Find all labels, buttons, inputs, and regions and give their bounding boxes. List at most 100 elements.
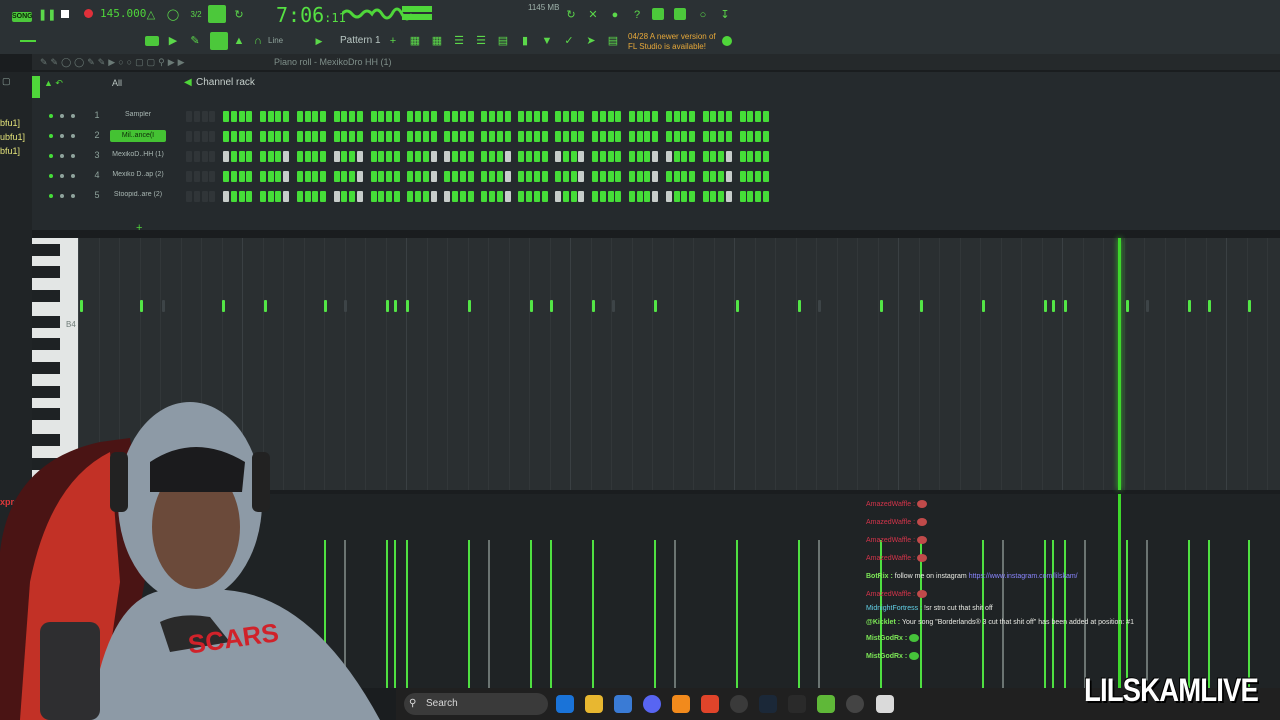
step-button[interactable] — [578, 151, 585, 162]
chat-username[interactable]: MidnightFortress : — [866, 605, 924, 612]
step-button[interactable] — [673, 151, 680, 162]
note[interactable] — [1208, 300, 1211, 312]
step-button[interactable] — [665, 171, 672, 182]
step-button[interactable] — [320, 191, 327, 202]
step-button[interactable] — [636, 171, 643, 182]
step-button[interactable] — [378, 131, 385, 142]
channel-mute-led[interactable] — [60, 154, 64, 158]
step-button[interactable] — [518, 111, 525, 122]
chat-username[interactable]: MistGodRx : — [866, 635, 909, 642]
step-button[interactable] — [238, 171, 245, 182]
paint-tool-icon[interactable]: ▲ — [232, 33, 246, 49]
step-button[interactable] — [747, 151, 754, 162]
step-button[interactable] — [201, 151, 208, 162]
mixer-window-icon[interactable]: ☰ — [474, 33, 488, 49]
step-button[interactable] — [349, 191, 356, 202]
step-button[interactable] — [222, 111, 229, 122]
step-button[interactable] — [393, 151, 400, 162]
channel-mute-led[interactable] — [60, 114, 64, 118]
step-button[interactable] — [747, 131, 754, 142]
step-button[interactable] — [615, 131, 622, 142]
step-button[interactable] — [415, 171, 422, 182]
step-button[interactable] — [267, 131, 274, 142]
step-button[interactable] — [452, 131, 459, 142]
step-button[interactable] — [747, 111, 754, 122]
step-button[interactable] — [349, 171, 356, 182]
step-button[interactable] — [222, 151, 229, 162]
touch-icon[interactable]: ✓ — [562, 33, 576, 49]
step-button[interactable] — [628, 131, 635, 142]
step-button[interactable] — [555, 131, 561, 142]
step-button[interactable] — [562, 111, 569, 122]
note[interactable] — [592, 300, 595, 312]
step-button[interactable] — [525, 191, 532, 202]
step-button[interactable] — [762, 191, 769, 202]
capcut-icon[interactable] — [876, 695, 894, 713]
step-button[interactable] — [193, 131, 200, 142]
step-button[interactable] — [186, 191, 192, 202]
step-button[interactable] — [349, 111, 356, 122]
step-button[interactable] — [681, 131, 688, 142]
chat-icon[interactable]: ○ — [696, 7, 710, 23]
step-button[interactable] — [489, 131, 495, 142]
step-button[interactable] — [186, 111, 192, 122]
note[interactable] — [880, 300, 883, 312]
step-button[interactable] — [591, 171, 598, 182]
step-button[interactable] — [555, 151, 561, 162]
step-button[interactable] — [644, 151, 651, 162]
store-icon[interactable] — [614, 695, 632, 713]
step-button[interactable] — [275, 171, 282, 182]
playlist-window-icon[interactable]: ▦ — [408, 33, 422, 49]
step-button[interactable] — [357, 111, 363, 122]
black-key[interactable] — [32, 338, 60, 350]
step-button[interactable] — [296, 131, 303, 142]
step-button[interactable] — [312, 111, 319, 122]
note[interactable] — [654, 300, 657, 312]
step-button[interactable] — [430, 131, 437, 142]
pause-icon[interactable]: ❚❚ — [38, 7, 56, 23]
play-arrow-icon[interactable]: ▶ — [166, 33, 180, 49]
step-button[interactable] — [481, 111, 488, 122]
note[interactable] — [798, 300, 801, 312]
save-icon[interactable] — [652, 8, 664, 20]
snap-selector[interactable]: Line — [268, 36, 283, 45]
step-button[interactable] — [489, 191, 495, 202]
step-button[interactable] — [555, 111, 561, 122]
step-button[interactable] — [259, 131, 266, 142]
channel-mute-led[interactable] — [49, 114, 53, 118]
channel-row[interactable]: 1 Sampler — [40, 108, 1280, 124]
step-button[interactable] — [591, 191, 598, 202]
channel-mute-led[interactable] — [71, 194, 75, 198]
step-button[interactable] — [615, 191, 622, 202]
step-button[interactable] — [246, 111, 253, 122]
velocity-bar[interactable] — [1248, 540, 1250, 688]
add-pattern-icon[interactable]: + — [388, 33, 398, 49]
step-button[interactable] — [459, 111, 466, 122]
step-button[interactable] — [467, 131, 474, 142]
step-button[interactable] — [320, 111, 327, 122]
step-button[interactable] — [578, 171, 585, 182]
download-icon[interactable]: ↧ — [718, 7, 732, 23]
step-button[interactable] — [762, 171, 769, 182]
step-button[interactable] — [283, 111, 290, 122]
step-button[interactable] — [747, 171, 754, 182]
step-button[interactable] — [570, 111, 577, 122]
step-button[interactable] — [702, 131, 709, 142]
step-button[interactable] — [423, 111, 429, 122]
step-button[interactable] — [275, 191, 282, 202]
step-button[interactable] — [193, 151, 200, 162]
step-button[interactable] — [349, 131, 356, 142]
step-button[interactable] — [393, 111, 400, 122]
step-button[interactable] — [591, 111, 598, 122]
velocity-bar[interactable] — [592, 540, 594, 688]
chat-username[interactable]: AmazedWaffle : — [866, 537, 917, 544]
pattern-prev-icon[interactable]: ▶ — [314, 33, 324, 49]
note[interactable] — [736, 300, 739, 312]
brave-icon[interactable] — [701, 695, 719, 713]
step-button[interactable] — [467, 111, 474, 122]
step-button[interactable] — [423, 191, 429, 202]
step-button[interactable] — [386, 171, 393, 182]
step-button[interactable] — [496, 131, 503, 142]
step-button[interactable] — [341, 131, 348, 142]
chat-username[interactable]: AmazedWaffle : — [866, 555, 917, 562]
